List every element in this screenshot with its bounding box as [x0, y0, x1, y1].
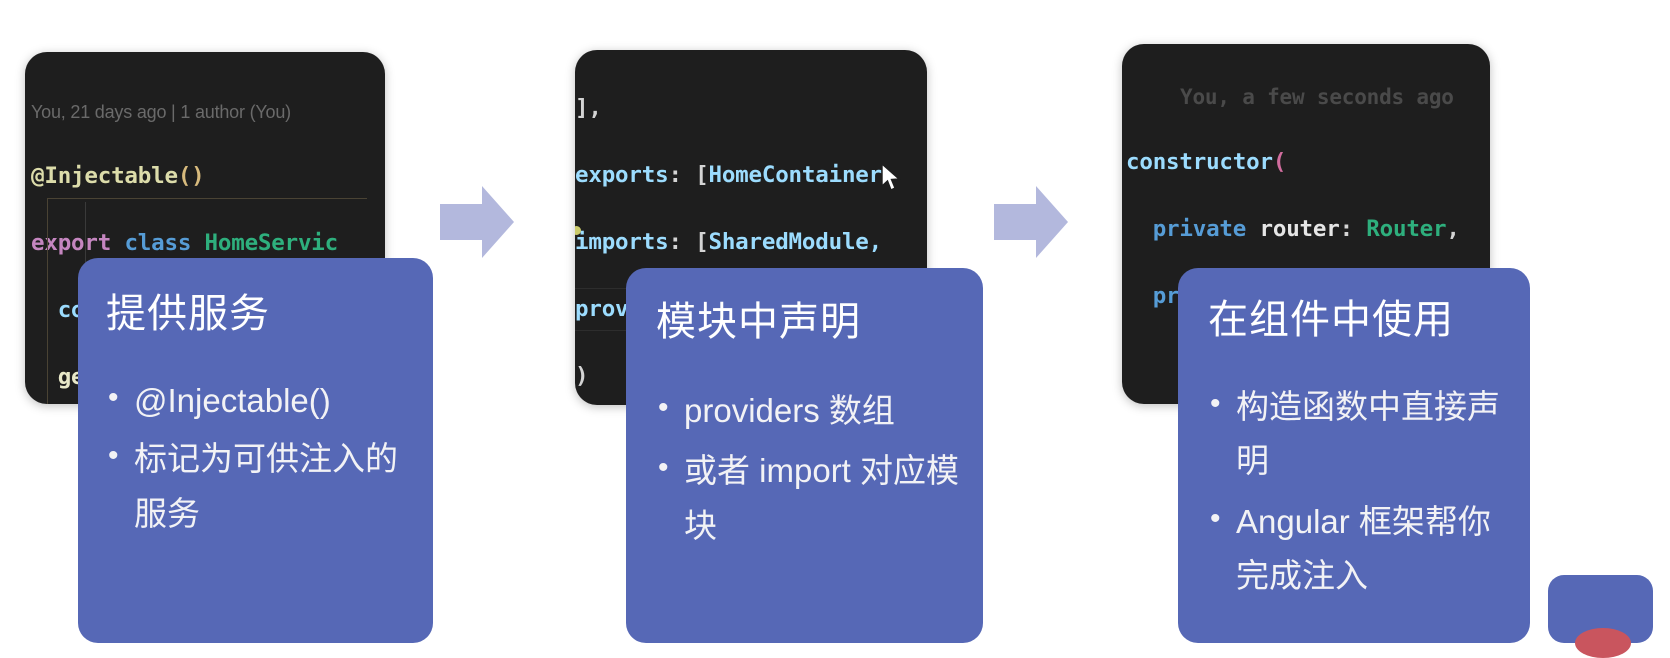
- code-line: imports: [SharedModule,: [575, 229, 882, 255]
- card-bullet-list: providers 数组 或者 import 对应模块: [656, 383, 961, 553]
- card-title: 在组件中使用: [1208, 298, 1454, 342]
- card-declare-in-module: 模块中声明 providers 数组 或者 import 对应模块: [626, 268, 983, 643]
- card-title: 模块中声明: [656, 300, 861, 344]
- cursor-svg: [881, 162, 901, 191]
- card-bullet-list: @Injectable() 标记为可供注入的服务: [106, 373, 407, 541]
- code-blame-line-1: You, 21 days ago | 1 author (You): [31, 102, 291, 122]
- code-blame-line-3: You, a few seconds ago: [1180, 85, 1454, 109]
- mouse-pointer-icon: [880, 162, 902, 193]
- red-dot-indicator: [1575, 628, 1631, 658]
- code-line: ],: [575, 95, 602, 121]
- code-fold-guide-top: [47, 198, 367, 199]
- code-line: constructor(: [1126, 149, 1287, 175]
- list-item: 标记为可供注入的服务: [106, 431, 407, 541]
- list-item: providers 数组: [656, 383, 961, 438]
- code-line: @Injectable(): [31, 163, 205, 189]
- card-bullet-list: 构造函数中直接声明 Angular 框架帮你完成注入: [1208, 379, 1512, 604]
- card-title: 提供服务: [106, 292, 270, 336]
- code-fold-guide: [47, 198, 48, 404]
- arrow-right-svg: [440, 186, 514, 258]
- list-item: @Injectable(): [106, 373, 407, 428]
- arrow-right-icon-2: [992, 182, 1070, 262]
- arrow-right-svg: [994, 186, 1068, 258]
- arrow-right-icon-1: [438, 182, 516, 262]
- list-item: Angular 框架帮你完成注入: [1208, 494, 1512, 604]
- code-line: exports: [HomeContainer: [575, 162, 882, 188]
- card-use-in-component: 在组件中使用 构造函数中直接声明 Angular 框架帮你完成注入: [1178, 268, 1530, 643]
- code-line: private router: Router,: [1152, 216, 1460, 242]
- list-item: 构造函数中直接声明: [1208, 379, 1512, 489]
- slide-canvas: You, 21 days ago | 1 author (You) @Injec…: [0, 0, 1670, 658]
- card-provide-service: 提供服务 @Injectable() 标记为可供注入的服务: [78, 258, 433, 643]
- list-item: 或者 import 对应模块: [656, 443, 961, 553]
- code-line: export class HomeServic: [31, 230, 338, 256]
